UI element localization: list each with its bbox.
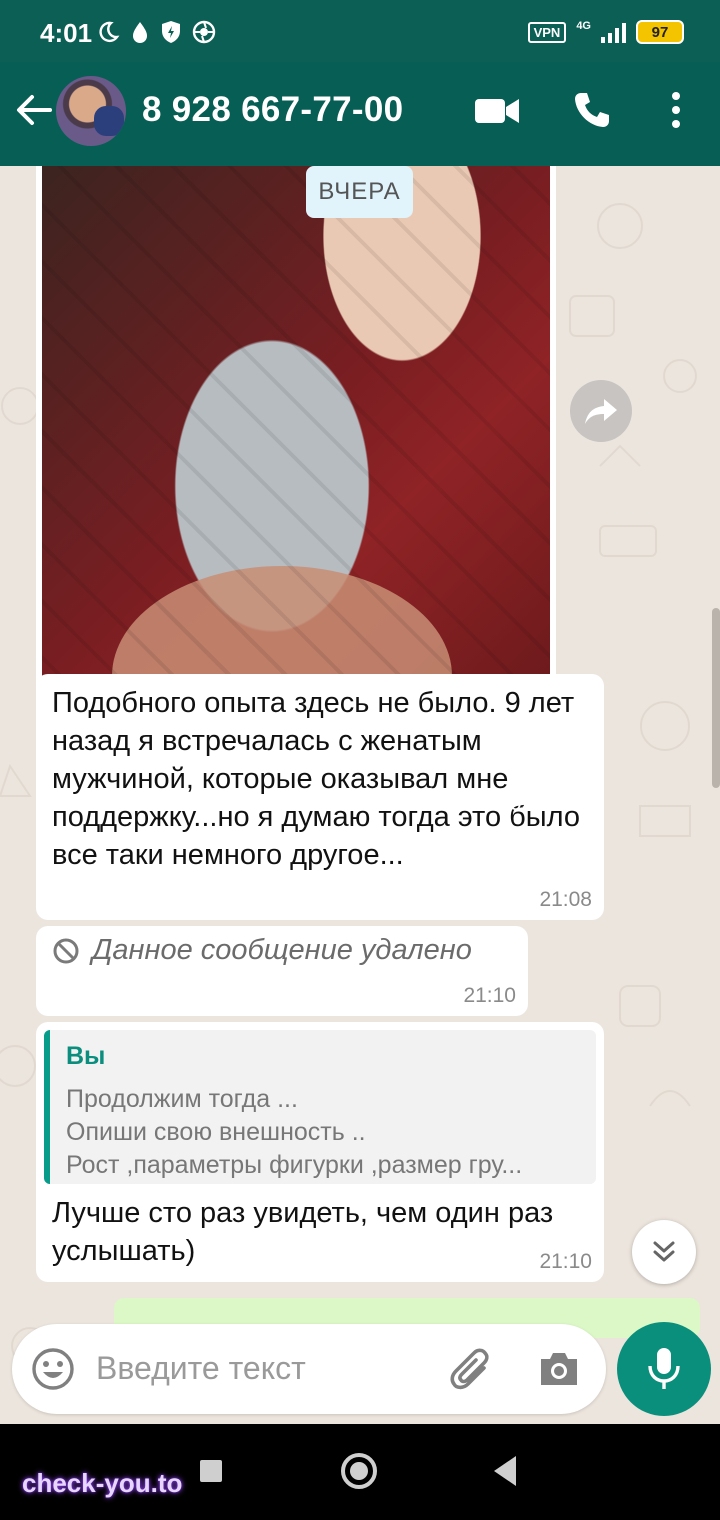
chat-area[interactable]: 21:05 ВЧЕРА Подобного опыта здесь не был…: [0, 166, 720, 1424]
status-bar: 4:01 VPN 4G 97: [0, 0, 720, 62]
date-chip: ВЧЕРА: [306, 166, 413, 218]
battery-icon: 97: [636, 20, 684, 44]
forward-icon: [585, 399, 617, 424]
contact-name[interactable]: 8 928 667-77-00: [142, 90, 403, 130]
quoted-message[interactable]: Вы Продолжим тогда ... Опиши свою внешно…: [44, 1030, 596, 1184]
moon-icon: [99, 21, 120, 43]
message-composer[interactable]: Введите текст: [12, 1324, 606, 1414]
drop-icon: [133, 22, 147, 43]
message-text: Лучше сто раз увидеть, чем один раз услы…: [52, 1197, 554, 1267]
deleted-message[interactable]: Данное сообщение удалено 21:10: [36, 926, 528, 1016]
attach-icon[interactable]: [448, 1344, 496, 1394]
system-back-button[interactable]: [494, 1456, 516, 1486]
scrollbar-thumb[interactable]: [712, 608, 720, 788]
message-time: 21:05: [478, 790, 534, 815]
vpn-badge: VPN: [527, 21, 567, 43]
home-button[interactable]: [341, 1453, 377, 1489]
emoji-icon[interactable]: [30, 1346, 76, 1392]
status-time: 4:01: [40, 18, 93, 48]
status-icons: [96, 20, 216, 44]
message-time: 21:10: [539, 1250, 592, 1273]
battery-level: 97: [651, 23, 669, 41]
system-nav-bar: check-you.to: [0, 1424, 720, 1520]
recents-button[interactable]: [200, 1460, 222, 1482]
message-time: 21:08: [539, 888, 592, 911]
message-time: 21:10: [463, 984, 516, 1007]
quote-line: Рост ,параметры фигурки ,размер гру...: [66, 1151, 523, 1179]
shield-icon: [162, 21, 180, 43]
video-call-icon[interactable]: [474, 96, 520, 126]
status-right: VPN 4G 97: [527, 20, 684, 44]
contact-avatar[interactable]: [56, 76, 126, 146]
quote-author: Вы: [66, 1042, 106, 1070]
more-options-icon[interactable]: [664, 90, 688, 130]
network-type: 4G: [576, 20, 591, 32]
deleted-text: Данное сообщение удалено: [92, 934, 472, 966]
blocked-icon: [53, 938, 79, 963]
double-chevron-down-icon: [653, 1241, 675, 1262]
scroll-to-bottom-button[interactable]: [632, 1220, 696, 1284]
reply-message[interactable]: Вы Продолжим тогда ... Опиши свою внешно…: [36, 1022, 604, 1282]
chat-header: 8 928 667-77-00: [0, 62, 720, 166]
phone-icon[interactable]: [572, 90, 612, 130]
message-input[interactable]: Введите текст: [96, 1350, 306, 1387]
watermark-text: check-you.to: [22, 1468, 183, 1498]
voice-record-button[interactable]: [617, 1322, 711, 1416]
quote-line: Опиши свою внешность ..: [66, 1118, 366, 1146]
microphone-icon: [648, 1348, 680, 1389]
camera-icon[interactable]: [536, 1346, 582, 1392]
back-arrow-icon[interactable]: [12, 88, 56, 132]
signal-icon: [601, 21, 626, 43]
aperture-icon: [192, 20, 216, 44]
message-text: Подобного опыта здесь не было. 9 лет наз…: [52, 687, 581, 871]
forward-button[interactable]: [570, 380, 632, 442]
quote-line: Продолжим тогда ...: [66, 1085, 298, 1113]
